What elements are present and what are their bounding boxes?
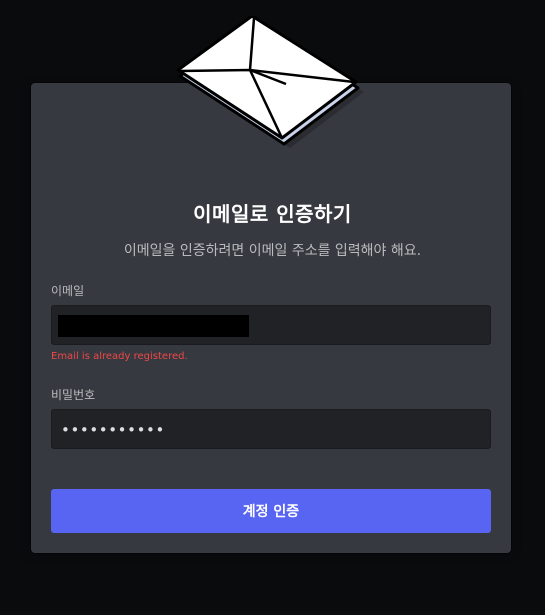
email-input[interactable] [51,305,491,345]
email-label: 이메일 [51,284,85,298]
dialog-subtitle: 이메일을 인증하려면 이메일 주소를 입력해야 해요. [123,243,422,259]
envelope-icon [176,16,364,148]
email-redacted-value [58,315,249,337]
verify-account-button[interactable]: 계정 인증 [51,489,491,533]
password-label: 비밀번호 [51,388,96,402]
dialog-title: 이메일로 인증하기 [193,202,352,226]
password-input[interactable]: ••••••••••• [51,409,491,449]
password-masked-value: ••••••••••• [61,421,165,439]
email-error-message: Email is already registered. [51,351,188,362]
